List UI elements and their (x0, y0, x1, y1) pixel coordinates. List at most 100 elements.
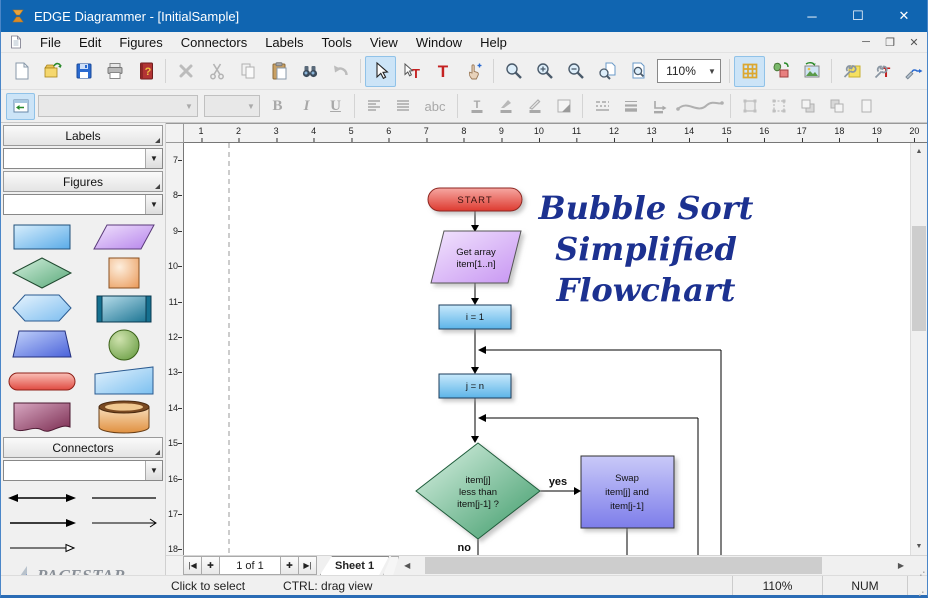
cut-button[interactable] (201, 56, 232, 87)
bold-button[interactable]: B (263, 93, 292, 120)
select-text-tool-button[interactable]: T (396, 56, 427, 87)
curve-style-button[interactable] (674, 93, 726, 120)
help-button[interactable]: ? (130, 56, 161, 87)
palette-connector-thin-arrow[interactable] (83, 510, 165, 535)
menu-view[interactable]: View (361, 33, 407, 52)
connectors-combo[interactable]: ▼ (3, 460, 163, 481)
text-options-button[interactable]: T (867, 56, 898, 87)
mdi-restore-button[interactable]: ❐ (879, 33, 901, 51)
figure-palette-button[interactable] (765, 56, 796, 87)
figures-combo[interactable]: ▼ (3, 194, 163, 215)
shadow-button[interactable] (549, 93, 578, 120)
vertical-scrollbar[interactable]: ▲ ▼ (910, 143, 927, 555)
zoom-tool-button[interactable] (498, 56, 529, 87)
save-button[interactable] (68, 56, 99, 87)
connector-options-button[interactable] (898, 56, 928, 87)
fill-color-button[interactable] (491, 93, 520, 120)
text-color-button[interactable]: T (462, 93, 491, 120)
palette-shape-document[interactable] (1, 399, 83, 435)
palette-connector-filled-arrow[interactable] (1, 510, 83, 535)
line-color-button[interactable] (520, 93, 549, 120)
copy-button[interactable] (232, 56, 263, 87)
palette-connector-open-arrow[interactable] (1, 535, 83, 560)
zoom-in-button[interactable] (529, 56, 560, 87)
zoom-out-button[interactable] (560, 56, 591, 87)
palette-shape-square[interactable] (83, 255, 165, 291)
node-decision[interactable]: item[j] less than item[j-1] ? (416, 443, 540, 539)
delete-button[interactable] (170, 56, 201, 87)
palette-shape-cylinder[interactable] (83, 399, 165, 435)
find-button[interactable] (294, 56, 325, 87)
labels-panel-header[interactable]: Labels (3, 125, 163, 146)
menu-labels[interactable]: Labels (256, 33, 312, 52)
vscroll-thumb[interactable] (912, 226, 926, 331)
maximize-button[interactable]: ☐ (835, 0, 881, 32)
hscroll-thumb[interactable] (425, 557, 822, 574)
minimize-button[interactable]: ─ (789, 0, 835, 32)
drawing-canvas[interactable]: START Get array item[1..n] i = 1 (184, 143, 910, 555)
align-figures-button[interactable] (851, 93, 880, 120)
paste-button[interactable] (263, 56, 294, 87)
palette-shape-predefined-process[interactable] (83, 291, 165, 327)
node-init-i[interactable]: i = 1 (439, 305, 511, 329)
print-button[interactable] (99, 56, 130, 87)
ungroup-button[interactable] (764, 93, 793, 120)
connector-style-button[interactable] (645, 93, 674, 120)
zoom-level-combo[interactable]: 110% ▼ (657, 59, 721, 83)
image-tools-button[interactable] (796, 56, 827, 87)
menu-edit[interactable]: Edit (70, 33, 110, 52)
palette-shape-diamond[interactable] (1, 255, 83, 291)
text-tool-button[interactable]: T (427, 56, 458, 87)
menu-connectors[interactable]: Connectors (172, 33, 256, 52)
add-page-button[interactable]: ✚ (280, 556, 299, 575)
menu-help[interactable]: Help (471, 33, 516, 52)
first-page-button[interactable]: |◀ (183, 556, 202, 575)
underline-button[interactable]: U (321, 93, 350, 120)
mdi-close-button[interactable]: ✕ (903, 33, 925, 51)
scroll-down-icon[interactable]: ▼ (911, 538, 927, 555)
group-button[interactable] (735, 93, 764, 120)
select-tool-button[interactable] (365, 56, 396, 87)
point-tool-button[interactable] (458, 56, 489, 87)
new-button[interactable] (6, 56, 37, 87)
figures-panel-header[interactable]: Figures (3, 171, 163, 192)
scroll-up-icon[interactable]: ▲ (911, 143, 927, 160)
palette-shape-hexagon[interactable] (1, 291, 83, 327)
dash-style-button[interactable] (587, 93, 616, 120)
node-swap[interactable]: Swap item[j] and item[j-1] (581, 456, 674, 528)
justify-button[interactable] (388, 93, 417, 120)
palette-connector-plain-line[interactable] (83, 485, 165, 510)
close-button[interactable]: ✕ (881, 0, 927, 32)
sheet-tab[interactable]: Sheet 1 (320, 556, 389, 575)
palette-shape-manual-input[interactable] (83, 363, 165, 399)
bring-forward-button[interactable] (793, 93, 822, 120)
zoom-selection-button[interactable] (622, 56, 653, 87)
palette-connector-double-arrow[interactable] (1, 485, 83, 510)
italic-button[interactable]: I (292, 93, 321, 120)
scroll-left-icon[interactable]: ◀ (399, 556, 415, 575)
last-page-button[interactable]: ▶| (298, 556, 317, 575)
menu-window[interactable]: Window (407, 33, 471, 52)
palette-shape-circle[interactable] (83, 327, 165, 363)
vscroll-track[interactable] (911, 160, 927, 538)
menu-tools[interactable]: Tools (313, 33, 361, 52)
zoom-page-button[interactable] (591, 56, 622, 87)
align-left-button[interactable] (359, 93, 388, 120)
connectors-panel-header[interactable]: Connectors (3, 437, 163, 458)
palette-shape-terminator[interactable] (1, 363, 83, 399)
scroll-right-icon[interactable]: ▶ (893, 556, 909, 575)
panel-toggle-button[interactable] (6, 93, 35, 120)
hscroll-track[interactable] (415, 556, 893, 575)
palette-shape-rectangle[interactable] (1, 219, 83, 255)
menu-figures[interactable]: Figures (110, 33, 171, 52)
open-button[interactable] (37, 56, 68, 87)
palette-shape-parallelogram[interactable] (83, 219, 165, 255)
menu-file[interactable]: File (31, 33, 70, 52)
figure-options-button[interactable] (836, 56, 867, 87)
resize-grip[interactable] (907, 576, 927, 595)
grid-toggle-button[interactable] (734, 56, 765, 87)
labels-combo[interactable]: ▼ (3, 148, 163, 169)
line-width-button[interactable] (616, 93, 645, 120)
palette-shape-trapezoid[interactable] (1, 327, 83, 363)
node-get-array[interactable]: Get array item[1..n] (431, 231, 521, 283)
